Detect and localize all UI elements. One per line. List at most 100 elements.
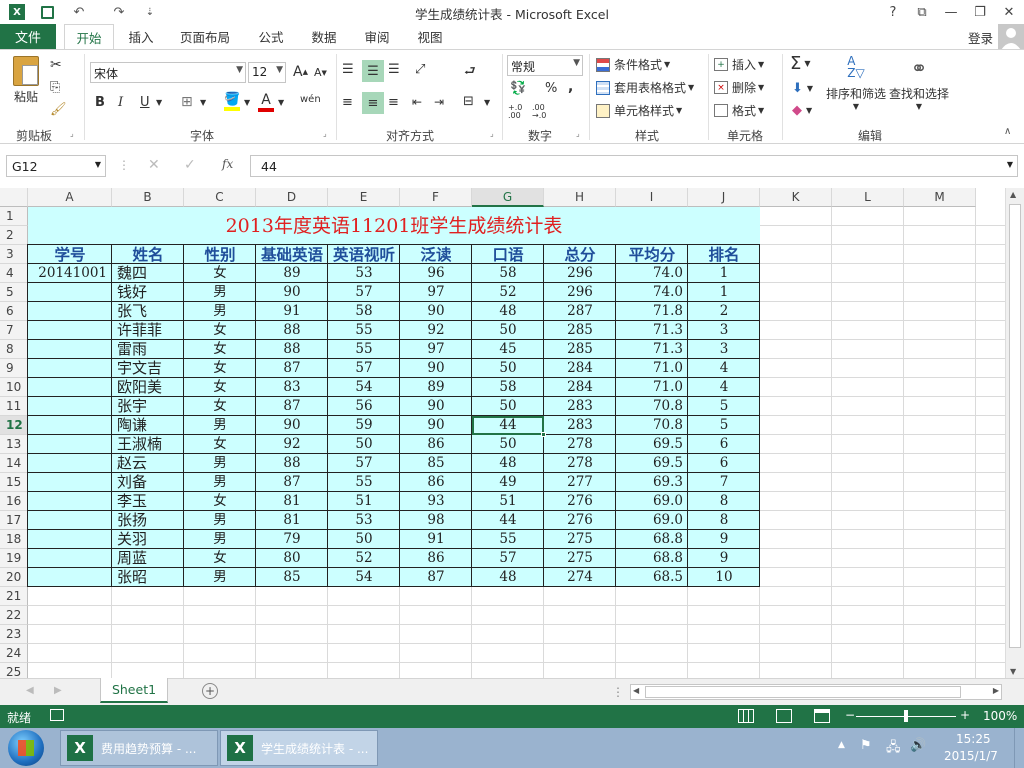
table-cell[interactable]: 宇文吉 [112, 359, 184, 378]
table-cell[interactable]: 48 [472, 568, 544, 587]
table-cell[interactable]: 男 [184, 530, 256, 549]
table-cell[interactable]: 71.0 [616, 378, 688, 397]
table-cell[interactable]: 85 [400, 454, 472, 473]
close-button[interactable]: ✕ [994, 1, 1024, 23]
start-button[interactable] [8, 730, 44, 766]
table-cell[interactable]: 90 [256, 283, 328, 302]
table-cell[interactable]: 20141001 [28, 264, 112, 283]
table-cell[interactable]: 284 [544, 378, 616, 397]
table-cell[interactable]: 周蓝 [112, 549, 184, 568]
table-cell[interactable]: 赵云 [112, 454, 184, 473]
align-bottom-icon[interactable]: ☰ [388, 62, 400, 77]
table-cell[interactable] [28, 397, 112, 416]
table-cell[interactable]: 8 [688, 511, 760, 530]
table-cell[interactable]: 285 [544, 321, 616, 340]
paste-button[interactable]: 粘贴 [8, 56, 44, 105]
table-cell[interactable]: 68.5 [616, 568, 688, 587]
table-cell[interactable]: 83 [256, 378, 328, 397]
table-cell[interactable]: 8 [688, 492, 760, 511]
taskbar-item-grades[interactable]: X 学生成绩统计表 - ... [220, 730, 378, 766]
format-as-table-button[interactable]: 套用表格格式 ▼ [596, 79, 694, 96]
table-cell[interactable] [28, 283, 112, 302]
table-cell[interactable]: 296 [544, 283, 616, 302]
table-cell[interactable]: 71.3 [616, 340, 688, 359]
tab-file[interactable]: 文件 [0, 24, 56, 49]
table-cell[interactable]: 59 [328, 416, 400, 435]
row-header-2[interactable]: 2 [0, 226, 28, 245]
table-cell[interactable]: 3 [688, 340, 760, 359]
table-cell[interactable] [28, 530, 112, 549]
table-cell[interactable]: 69.0 [616, 492, 688, 511]
table-cell[interactable]: 李玉 [112, 492, 184, 511]
table-cell[interactable]: 296 [544, 264, 616, 283]
show-hidden-icons[interactable]: ▲ [838, 740, 845, 750]
table-cell[interactable]: 97 [400, 283, 472, 302]
table-cell[interactable]: 55 [328, 340, 400, 359]
table-cell[interactable]: 283 [544, 416, 616, 435]
volume-icon[interactable]: 🔊 [910, 738, 926, 753]
table-cell[interactable]: 87 [256, 397, 328, 416]
increase-decimal-icon[interactable]: +.0 .00 [508, 104, 530, 120]
percent-button[interactable]: % [545, 81, 557, 96]
table-cell[interactable] [28, 435, 112, 454]
table-cell[interactable]: 9 [688, 530, 760, 549]
table-cell[interactable]: 274 [544, 568, 616, 587]
column-header-g[interactable]: G [472, 188, 544, 207]
table-cell[interactable]: 89 [256, 264, 328, 283]
table-cell[interactable]: 女 [184, 549, 256, 568]
insert-cells-button[interactable]: + 插入 ▼ [714, 56, 764, 73]
table-cell[interactable]: 277 [544, 473, 616, 492]
row-header-13[interactable]: 13 [0, 435, 28, 454]
delete-cells-button[interactable]: × 删除 ▼ [714, 79, 764, 96]
header-cell[interactable]: 英语视听 [328, 245, 400, 264]
table-cell[interactable]: 6 [688, 454, 760, 473]
row-header-19[interactable]: 19 [0, 549, 28, 568]
scrollbar-thumb[interactable] [1009, 204, 1021, 648]
column-header-k[interactable]: K [760, 188, 832, 207]
column-header-i[interactable]: I [616, 188, 688, 207]
table-cell[interactable] [28, 511, 112, 530]
table-cell[interactable] [28, 473, 112, 492]
table-cell[interactable]: 58 [472, 264, 544, 283]
help-button[interactable]: ? [878, 1, 908, 23]
table-cell[interactable]: 王淑楠 [112, 435, 184, 454]
italic-button[interactable]: I [118, 95, 123, 110]
table-cell[interactable]: 钱好 [112, 283, 184, 302]
table-cell[interactable]: 50 [328, 530, 400, 549]
table-cell[interactable]: 58 [472, 378, 544, 397]
table-cell[interactable]: 3 [688, 321, 760, 340]
table-cell[interactable]: 48 [472, 302, 544, 321]
table-cell[interactable]: 44 [472, 511, 544, 530]
column-header-a[interactable]: A [28, 188, 112, 207]
table-cell[interactable]: 55 [328, 473, 400, 492]
currency-icon[interactable]: 💱 [510, 81, 526, 96]
flag-icon[interactable]: ⚑ [860, 738, 872, 753]
format-painter-icon[interactable]: 🖌 [50, 102, 67, 117]
table-cell[interactable]: 2 [688, 302, 760, 321]
table-cell[interactable]: 9 [688, 549, 760, 568]
table-cell[interactable]: 90 [400, 397, 472, 416]
prev-sheet-icon[interactable]: ◀ [26, 685, 34, 696]
row-header-21[interactable]: 21 [0, 587, 28, 606]
table-cell[interactable]: 女 [184, 397, 256, 416]
table-cell[interactable]: 276 [544, 492, 616, 511]
taskbar-item-budget[interactable]: X 费用趋势预算 - ... [60, 730, 218, 766]
table-cell[interactable]: 51 [328, 492, 400, 511]
table-cell[interactable]: 张宇 [112, 397, 184, 416]
table-cell[interactable]: 1 [688, 283, 760, 302]
table-cell[interactable] [28, 378, 112, 397]
tab-home[interactable]: 开始 [64, 24, 114, 50]
table-cell[interactable]: 70.8 [616, 416, 688, 435]
font-size-select[interactable]: 12 ▼ [248, 62, 286, 83]
row-header-12[interactable]: 12 [0, 416, 28, 435]
table-cell[interactable]: 79 [256, 530, 328, 549]
header-cell[interactable]: 排名 [688, 245, 760, 264]
header-cell[interactable]: 学号 [28, 245, 112, 264]
table-cell[interactable]: 57 [328, 454, 400, 473]
table-cell[interactable]: 278 [544, 454, 616, 473]
table-cell[interactable]: 男 [184, 454, 256, 473]
row-header-24[interactable]: 24 [0, 644, 28, 663]
table-cell[interactable]: 女 [184, 378, 256, 397]
row-header-17[interactable]: 17 [0, 511, 28, 530]
table-cell[interactable]: 50 [472, 435, 544, 454]
